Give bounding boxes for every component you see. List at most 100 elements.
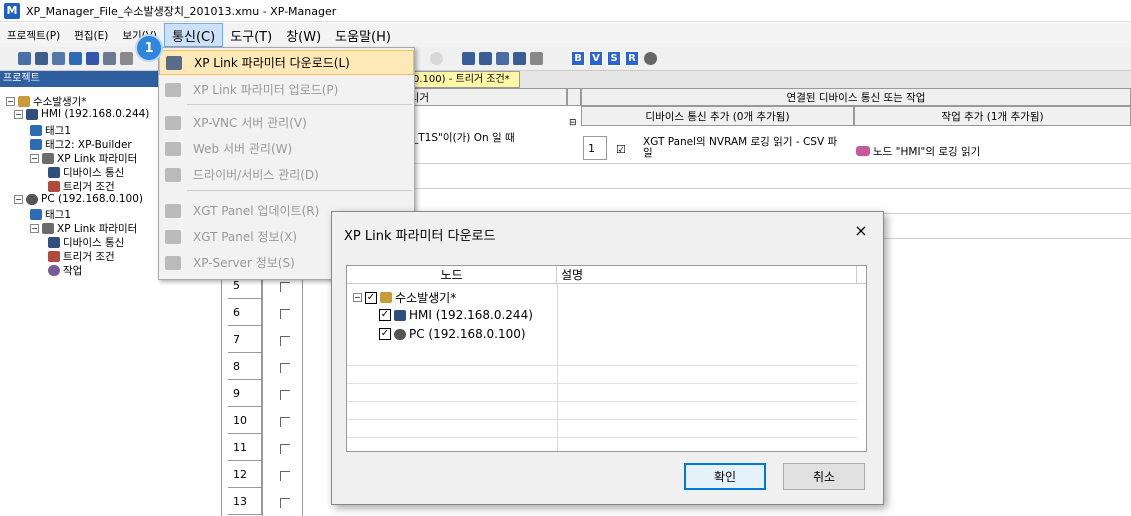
tree-node-pc-device-comm[interactable]: 디바이스 통신 (48, 235, 124, 250)
ok-button[interactable]: 확인 (684, 463, 766, 490)
r-button[interactable]: R (625, 51, 639, 66)
expand-icon[interactable]: ⊟ (569, 118, 577, 128)
project-icon (380, 292, 392, 303)
device-description: XGT Panel의 NVRAM 로깅 읽기 - CSV 파일 (643, 136, 838, 159)
tree-node-pc[interactable]: − PC (192.168.0.100) (14, 193, 143, 205)
column-header-node[interactable]: 노드 (347, 266, 557, 284)
folder-icon[interactable] (69, 52, 82, 65)
list-row-divider (347, 401, 857, 402)
tree-node-job[interactable]: 작업 (48, 263, 82, 278)
close-icon[interactable]: × (851, 221, 871, 240)
download-icon (166, 55, 182, 70)
trigger-icon (48, 251, 60, 262)
tree-node-pc-xplink[interactable]: − XP Link 파라미터 (30, 221, 137, 236)
row-checkbox[interactable] (280, 417, 290, 427)
search-icon[interactable] (530, 52, 543, 65)
vnc-icon (165, 115, 181, 130)
table-icon[interactable] (479, 52, 492, 65)
link-icon (42, 153, 54, 164)
tree-node-tag1[interactable]: 태그1 (30, 123, 71, 138)
header-device-add[interactable]: 디바이스 통신 추가 (0개 추가됨) (581, 106, 854, 126)
monitor-icon[interactable] (513, 52, 526, 65)
menu-item-vnc[interactable]: XP-VNC 서버 관리(V) (159, 110, 414, 135)
dialog-tree-pc[interactable]: ✓ PC (192.168.0.100) (379, 327, 526, 341)
v-button[interactable]: V (589, 51, 603, 66)
tree-node-root[interactable]: − 수소발생기* (6, 94, 87, 109)
device-icon (48, 237, 60, 248)
menu-separator (187, 104, 412, 105)
row-checkbox[interactable] (280, 498, 290, 508)
menu-item-xplink-upload[interactable]: XP Link 파라미터 업로드(P) (159, 77, 414, 102)
s-button[interactable]: S (607, 51, 621, 66)
collapse-icon[interactable]: − (6, 97, 15, 106)
tree-node-tag2[interactable]: 태그2: XP-Builder (30, 137, 132, 152)
pc-icon (394, 328, 406, 340)
menu-project[interactable]: 프로젝트(P) (0, 23, 67, 47)
row-checkbox[interactable] (280, 336, 290, 346)
tree-node-pc-tag1[interactable]: 태그1 (30, 207, 71, 222)
row-checkbox[interactable] (280, 390, 290, 400)
driver-icon (165, 167, 181, 182)
trigger-description: _T1S"이(가) On 일 때 (413, 132, 515, 144)
collapse-icon[interactable]: − (30, 154, 39, 163)
row-checkbox[interactable] (280, 309, 290, 319)
checkbox-checked-icon[interactable]: ✓ (365, 291, 377, 304)
cancel-button[interactable]: 취소 (783, 463, 865, 490)
tag-icon (30, 209, 42, 220)
dialog-tree-hmi[interactable]: ✓ HMI (192.168.0.244) (379, 308, 533, 322)
row-checkbox[interactable] (280, 471, 290, 481)
checkbox-checked-icon[interactable]: ✓ (379, 328, 391, 340)
open-folder-icon[interactable] (52, 52, 65, 65)
header-linked: 연결된 디바이스 통신 또는 작업 (581, 88, 1131, 106)
job-icon (48, 265, 60, 276)
list-row-divider (347, 365, 857, 366)
menu-tools[interactable]: 도구(T) (223, 23, 279, 47)
dialog-tree-root[interactable]: − ✓ 수소발생기* (353, 289, 456, 306)
menu-edit[interactable]: 편집(E) (67, 23, 115, 47)
options-icon[interactable] (430, 52, 443, 65)
row-number: 13 (228, 488, 262, 515)
tree-node-pc-trigger[interactable]: 트리거 조건 (48, 249, 115, 264)
tab-trigger-condition[interactable]: 0.100) - 트리거 조건* (410, 71, 520, 88)
collapse-icon[interactable]: − (30, 224, 39, 233)
list-row-divider (347, 419, 857, 420)
menu-communication[interactable]: 통신(C) (164, 23, 224, 47)
preview-icon[interactable] (120, 52, 133, 65)
print-icon[interactable] (103, 52, 116, 65)
window-icon[interactable] (496, 52, 509, 65)
step-badge: 1 (137, 36, 161, 60)
column-header-description[interactable]: 설명 (557, 266, 857, 284)
menu-item-driver[interactable]: 드라이버/서비스 관리(D) (159, 162, 414, 187)
row-checkbox[interactable] (280, 282, 290, 292)
menu-help[interactable]: 도움말(H) (328, 23, 398, 47)
tree-node-device-comm[interactable]: 디바이스 통신 (48, 165, 124, 180)
window-title: XP_Manager_File_수소발생장치_201013.xmu - XP-M… (26, 4, 337, 18)
row-checkbox[interactable] (280, 363, 290, 373)
column-header-spacer (857, 266, 866, 284)
checkbox-checked-icon[interactable]: ✓ (379, 309, 391, 321)
collapse-icon[interactable]: − (353, 293, 362, 302)
menu-item-web[interactable]: Web 서버 관리(W) (159, 136, 414, 161)
upload-icon (165, 82, 181, 97)
grid-icon[interactable] (462, 52, 475, 65)
new-file-icon[interactable] (18, 52, 31, 65)
menu-item-xplink-download[interactable]: XP Link 파라미터 다운로드(L) (159, 50, 414, 75)
collapse-icon[interactable]: − (14, 109, 23, 119)
column-divider (262, 272, 263, 516)
help-icon[interactable] (644, 52, 657, 65)
b-button[interactable]: B (571, 51, 585, 66)
menu-window[interactable]: 창(W) (279, 23, 328, 47)
open-icon[interactable] (35, 52, 48, 65)
collapse-icon[interactable]: − (14, 194, 23, 204)
row-number: 9 (228, 380, 262, 407)
device-checkbox[interactable]: ☑ (616, 143, 626, 156)
tree-node-xplink[interactable]: − XP Link 파라미터 (30, 151, 137, 166)
row-checkbox[interactable] (280, 444, 290, 454)
save-icon[interactable] (86, 52, 99, 65)
header-job-add[interactable]: 작업 추가 (1개 추가됨) (854, 106, 1131, 126)
tree-node-hmi[interactable]: − HMI (192.168.0.244) (14, 108, 149, 120)
download-dialog: XP Link 파라미터 다운로드 × 노드 설명 − ✓ 수소발생기* ✓ HMI … (331, 211, 884, 505)
pc-icon (26, 193, 38, 205)
row-number: 8 (228, 353, 262, 380)
tree-node-trigger[interactable]: 트리거 조건 (48, 179, 115, 194)
